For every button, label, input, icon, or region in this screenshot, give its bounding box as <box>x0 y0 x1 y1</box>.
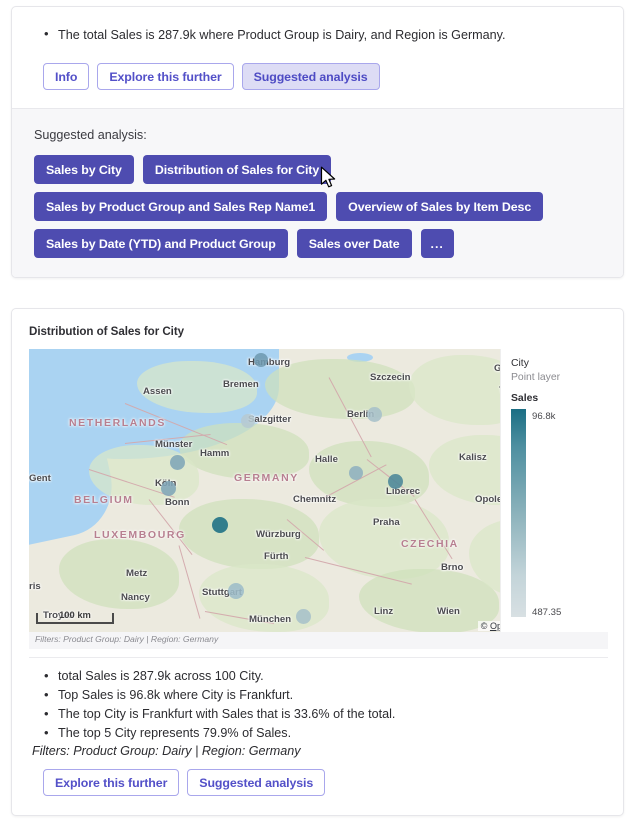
map-insights: total Sales is 287.9k across 100 City. T… <box>12 666 623 758</box>
suggestion-chip-sales-by-date-ytd-and-product-group[interactable]: Sales by Date (YTD) and Product Group <box>34 229 288 258</box>
legend-measure-label: Sales <box>511 393 539 404</box>
map-city-label: Praha <box>373 517 400 528</box>
map-card: Distribution of Sales for City NETHERLAN… <box>11 308 624 816</box>
map-country-label: LUXEMBOURG <box>94 529 186 541</box>
map-city-label: Wien <box>437 606 460 617</box>
app-root: The total Sales is 287.9k where Product … <box>0 0 637 823</box>
legend-ramp-wrapper: 96.8k 487.35 <box>511 409 608 619</box>
map-scale-bar: 100 km <box>36 609 114 624</box>
map-country-label: CZECHIA <box>401 538 459 550</box>
suggested-analysis-chip-row: Sales by City Distribution of Sales for … <box>34 155 594 258</box>
insight-bullet-list: The total Sales is 287.9k where Product … <box>12 25 623 44</box>
suggested-analysis-panel: Suggested analysis: Sales by City Distri… <box>12 108 623 277</box>
legend-title: City <box>511 358 529 369</box>
legend-min-value: 487.35 <box>532 607 562 618</box>
map-data-point-berlin[interactable] <box>367 407 382 422</box>
map-legend: City Point layer Sales 96.8k 487.35 <box>500 349 608 632</box>
map-city-label: Brno <box>441 562 464 573</box>
map-action-row: Explore this further Suggested analysis <box>43 769 326 796</box>
map-data-point-koln[interactable] <box>161 481 176 496</box>
insight-action-row: Info Explore this further Suggested anal… <box>43 63 380 90</box>
info-button[interactable]: Info <box>43 63 90 90</box>
map-city-label: Opole <box>475 494 503 505</box>
legend-color-ramp <box>511 409 526 617</box>
suggestion-chip-sales-over-date[interactable]: Sales over Date <box>296 229 412 258</box>
explore-this-further-button[interactable]: Explore this further <box>97 63 234 90</box>
map-city-label: ris <box>29 581 41 592</box>
map-city-label: Metz <box>126 568 148 579</box>
map-city-label: Hamm <box>200 448 230 459</box>
suggestion-chip-distribution-of-sales-for-city[interactable]: Distribution of Sales for City <box>142 155 332 184</box>
map-city-label: Bremen <box>223 379 259 390</box>
suggestion-chip-overview-of-sales-by-item-desc[interactable]: Overview of Sales by Item Desc <box>336 192 544 221</box>
suggestion-chip-more[interactable]: ... <box>420 229 454 258</box>
map-city-label: Würzburg <box>256 529 301 540</box>
map-data-point-munchen[interactable] <box>296 609 311 624</box>
map-city-label: Halle <box>315 454 338 465</box>
map-filters-strip-text: Filters: Product Group: Dairy | Region: … <box>35 634 219 644</box>
map-city-label: Nancy <box>121 592 150 603</box>
legend-max-value: 96.8k <box>532 411 556 422</box>
map-city-label: Szczecin <box>370 372 411 383</box>
map-filters-strip: Filters: Product Group: Dairy | Region: … <box>29 632 608 649</box>
map-insight-bullet: total Sales is 287.9k across 100 City. <box>44 666 623 686</box>
suggested-analysis-button[interactable]: Suggested analysis <box>241 63 380 90</box>
map-data-point-munster[interactable] <box>170 455 185 470</box>
map-city-label: Kalisz <box>459 452 487 463</box>
map-country-label: NETHERLANDS <box>69 417 166 429</box>
map-city-label: Linz <box>374 606 394 617</box>
legend-subtitle: Point layer <box>511 372 561 383</box>
map-insight-bullet: Top Sales is 96.8k where City is Frankfu… <box>44 685 623 705</box>
map-city-label: Assen <box>143 386 172 397</box>
map-data-point-halle[interactable] <box>349 466 363 480</box>
map-city-label: Fürth <box>264 551 289 562</box>
map-country-label: BELGIUM <box>74 494 134 506</box>
map-data-point-hamburg[interactable] <box>254 353 268 367</box>
map-insight-bullet-list: total Sales is 287.9k across 100 City. T… <box>12 666 623 743</box>
insight-bullet: The total Sales is 287.9k where Product … <box>44 25 623 44</box>
map-insight-bullet: The top 5 City represents 79.9% of Sales… <box>44 723 623 743</box>
map-insight-bullet: The top City is Frankfurt with Sales tha… <box>44 704 623 724</box>
suggestion-chip-sales-by-product-group-and-sales-rep-name1[interactable]: Sales by Product Group and Sales Rep Nam… <box>34 192 328 221</box>
suggestion-chip-sales-by-city[interactable]: Sales by City <box>34 155 134 184</box>
explore-this-further-button[interactable]: Explore this further <box>43 769 180 796</box>
map-attribution-prefix: © <box>480 621 490 631</box>
suggested-analysis-button[interactable]: Suggested analysis <box>187 769 326 796</box>
map-country-label: GERMANY <box>234 472 299 484</box>
map-scale-bar-label: 100 km <box>59 609 91 620</box>
insight-card: The total Sales is 287.9k where Product … <box>11 6 624 278</box>
map-city-label: Chemnitz <box>293 494 337 505</box>
map-data-point-liberec[interactable] <box>388 474 403 489</box>
map-card-divider <box>29 657 608 658</box>
map-city-label: München <box>249 614 292 625</box>
map-data-point-stuttgart[interactable] <box>228 583 244 599</box>
map-city-label: Münster <box>155 439 193 450</box>
map-data-point-salzgitter[interactable] <box>241 414 255 428</box>
suggested-analysis-label: Suggested analysis: <box>34 128 147 142</box>
map-data-point-frankfurt[interactable] <box>212 517 228 533</box>
map-filters-note: Filters: Product Group: Dairy | Region: … <box>32 744 301 758</box>
map-city-label: Gent <box>29 473 51 484</box>
map-visualization[interactable]: NETHERLANDS BELGIUM LUXEMBOURG GERMANY C… <box>29 349 608 632</box>
map-card-title: Distribution of Sales for City <box>29 325 185 338</box>
map-city-label: Bonn <box>165 497 190 508</box>
